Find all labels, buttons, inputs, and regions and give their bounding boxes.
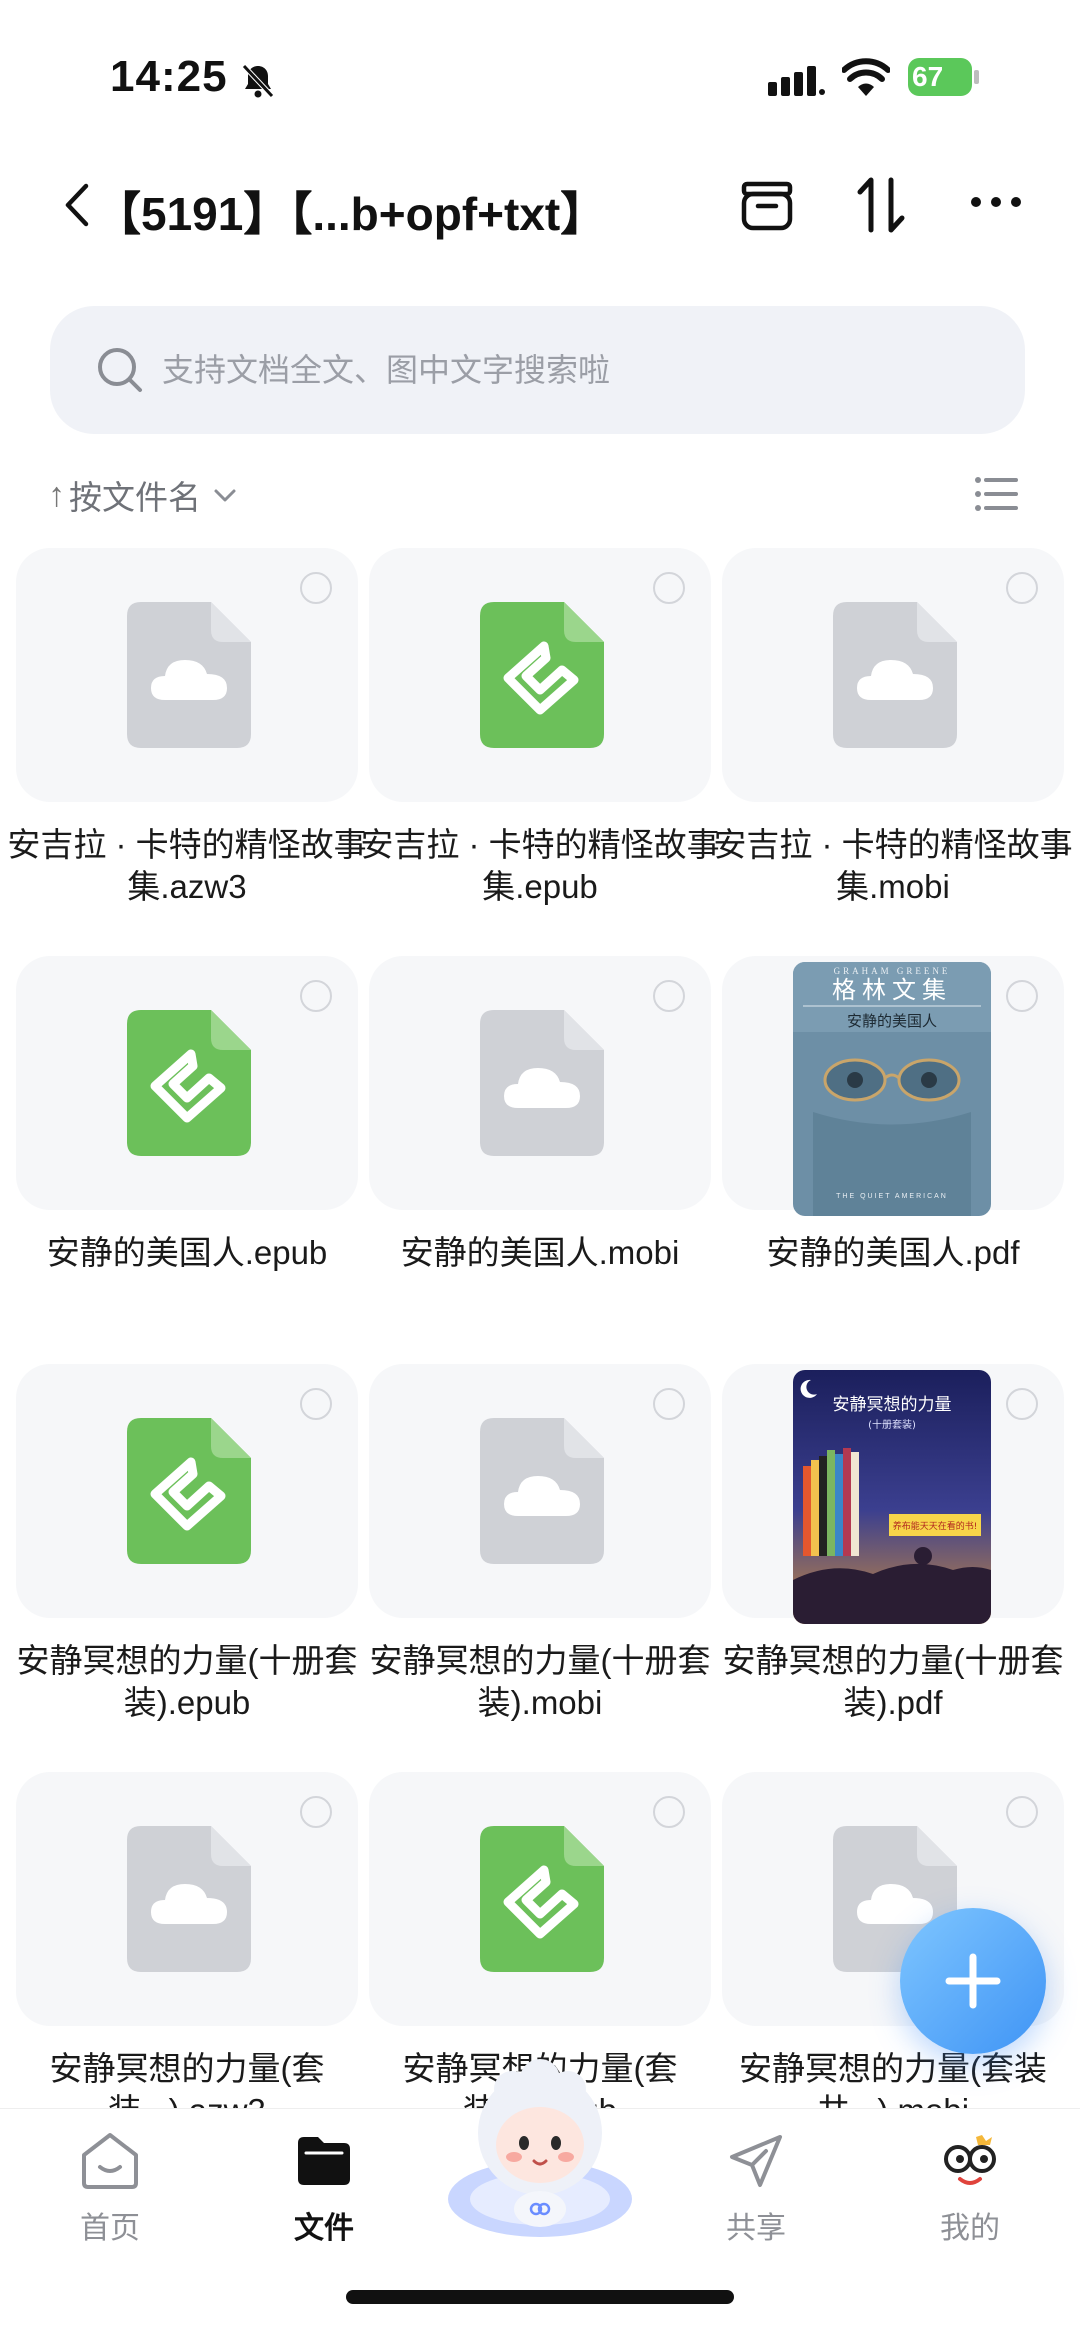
- cover-title: 安静的美国人: [847, 1012, 937, 1030]
- cover-banner: 养布能天天在看的书!: [893, 1520, 978, 1532]
- file-item[interactable]: 安静冥想的力量(十册套装).epub: [16, 1364, 358, 1764]
- cloud-file-icon: [127, 602, 251, 748]
- search-bar[interactable]: [50, 306, 1025, 434]
- cover-subtitle: (十册套装): [868, 1418, 916, 1431]
- cloud-file-icon: [480, 1418, 604, 1564]
- archive-icon[interactable]: [738, 176, 796, 234]
- file-name: 安静冥想的力量(套装共...).mobi: [739, 2050, 1047, 2108]
- select-checkbox[interactable]: [653, 980, 685, 1012]
- cellular-signal-icon: [768, 66, 825, 96]
- back-chevron-icon[interactable]: [58, 180, 94, 230]
- status-bar: 14:25 67: [0, 0, 1080, 140]
- epub-file-icon: [127, 1418, 251, 1564]
- file-name: 安静冥想的力量(套装...).azw3: [49, 2050, 325, 2108]
- tab-files[interactable]: 文件: [244, 2129, 404, 2259]
- tab-profile[interactable]: 我的: [890, 2129, 1050, 2259]
- select-checkbox[interactable]: [1006, 980, 1038, 1012]
- file-name: 安静的美国人.pdf: [766, 1234, 1020, 1271]
- file-item[interactable]: 安吉拉 · 卡特的精怪故事集.epub: [360, 548, 720, 948]
- file-item[interactable]: GRAHAM GREENE 格林文集 安静的美国人 THE QUIET AMER…: [722, 956, 1064, 1356]
- select-checkbox[interactable]: [300, 980, 332, 1012]
- chevron-down-icon: [214, 489, 236, 502]
- tab-home[interactable]: 首页: [30, 2129, 190, 2259]
- file-name: 安吉拉 · 卡特的精怪故事集.mobi: [713, 826, 1073, 905]
- file-item[interactable]: 安吉拉 · 卡特的精怪故事集.azw3: [7, 548, 367, 948]
- select-checkbox[interactable]: [653, 572, 685, 604]
- status-time: 14:25: [110, 52, 228, 101]
- wifi-icon: [842, 58, 890, 96]
- home-indicator: [346, 2290, 734, 2304]
- cover-title: 安静冥想的力量: [833, 1395, 952, 1415]
- select-checkbox[interactable]: [653, 1388, 685, 1420]
- file-item[interactable]: 安静冥想的力量 (十册套装) 养布能天天在看的书! 安静冥想的力量(十册套装).…: [722, 1364, 1064, 1764]
- add-button[interactable]: [900, 1908, 1046, 2054]
- cover-title-en: THE QUIET AMERICAN: [836, 1193, 948, 1200]
- list-view-icon[interactable]: [974, 474, 1018, 514]
- profile-icon: [944, 2135, 996, 2185]
- battery-indicator: 67: [908, 58, 980, 96]
- file-name: 安吉拉 · 卡特的精怪故事集.epub: [360, 826, 720, 905]
- sort-selector[interactable]: ↑ 按文件名: [48, 470, 239, 520]
- file-name: 安吉拉 · 卡特的精怪故事集.azw3: [7, 826, 367, 905]
- bell-slash-icon: [242, 64, 274, 98]
- folder-icon: [298, 2137, 350, 2185]
- file-name: 安静冥想的力量(十册套装).epub: [16, 1642, 358, 1721]
- tab-label: 我的: [940, 2212, 1000, 2245]
- select-checkbox[interactable]: [1006, 1796, 1038, 1828]
- page-title: 【5191】【...b+opf+txt】: [95, 188, 607, 240]
- file-name: 安静冥想的力量(十册套装).pdf: [722, 1642, 1064, 1721]
- tab-label: 共享: [726, 2212, 786, 2245]
- book-cover-image: 安静冥想的力量 (十册套装) 养布能天天在看的书!: [793, 1370, 991, 1624]
- cloud-file-icon: [127, 1826, 251, 1972]
- sort-icon[interactable]: [854, 174, 908, 236]
- cloud-file-icon: [833, 602, 957, 748]
- epub-file-icon: [127, 1010, 251, 1156]
- file-name: 安静的美国人.mobi: [400, 1234, 680, 1271]
- tab-share[interactable]: 共享: [676, 2129, 836, 2259]
- book-cover-image: GRAHAM GREENE 格林文集 安静的美国人 THE QUIET AMER…: [793, 962, 991, 1216]
- select-checkbox[interactable]: [300, 572, 332, 604]
- sort-direction-arrow: ↑: [48, 475, 65, 514]
- more-icon[interactable]: [968, 190, 1024, 214]
- select-checkbox[interactable]: [300, 1388, 332, 1420]
- file-item[interactable]: 安静的美国人.epub: [16, 956, 358, 1356]
- sort-label: 按文件名: [69, 479, 201, 516]
- file-name: 安静冥想的力量(十册套装).mobi: [369, 1642, 711, 1721]
- home-icon: [82, 2133, 138, 2189]
- file-item[interactable]: 安静的美国人.mobi: [369, 956, 711, 1356]
- file-item[interactable]: 安吉拉 · 卡特的精怪故事集.mobi: [713, 548, 1073, 948]
- file-grid: 安吉拉 · 卡特的精怪故事集.azw3 安吉拉 · 卡特的精怪故事集.epub …: [0, 548, 1080, 2108]
- select-checkbox[interactable]: [653, 1796, 685, 1828]
- select-checkbox[interactable]: [1006, 572, 1038, 604]
- cover-author-en: GRAHAM GREENE: [834, 966, 951, 976]
- tab-label: 首页: [80, 2212, 140, 2245]
- select-checkbox[interactable]: [1006, 1388, 1038, 1420]
- search-input[interactable]: [162, 306, 982, 434]
- cover-series: 格林文集: [832, 976, 952, 1004]
- epub-file-icon: [480, 1826, 604, 1972]
- file-name: 安静的美国人.epub: [46, 1234, 328, 1271]
- file-item[interactable]: 安静冥想的力量(套装...).azw3: [16, 1772, 358, 2108]
- bottom-tab-bar: 首页 文件 共享 我的: [0, 2059, 1080, 2341]
- tab-label: 文件: [294, 2212, 354, 2245]
- header: 【5191】【...b+opf+txt】: [0, 160, 1080, 260]
- search-icon: [98, 348, 142, 392]
- epub-file-icon: [480, 602, 604, 748]
- file-item[interactable]: 安静冥想的力量(十册套装).mobi: [369, 1364, 711, 1764]
- battery-level: 67: [912, 61, 944, 92]
- cloud-file-icon: [480, 1010, 604, 1156]
- mascot-icon[interactable]: [440, 2049, 640, 2239]
- select-checkbox[interactable]: [300, 1796, 332, 1828]
- plus-icon: [945, 1953, 1001, 2009]
- share-icon: [730, 2135, 782, 2187]
